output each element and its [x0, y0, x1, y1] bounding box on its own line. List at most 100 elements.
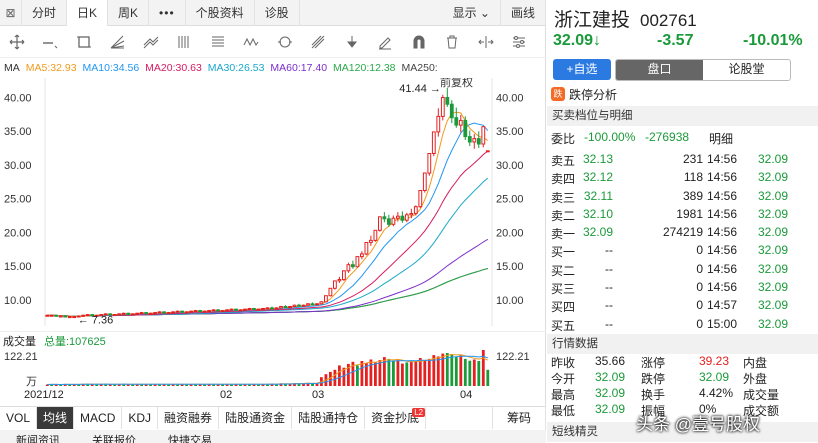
candle-body	[467, 136, 472, 143]
tick-detail: 14:56 32.09 14:56 32.09 14:56 32.09 14:56 32.09…	[707, 150, 818, 333]
stat-label: 今开	[551, 372, 576, 386]
candle-body	[413, 206, 418, 214]
candle-body	[153, 312, 157, 315]
display-label: 显示	[452, 5, 477, 20]
tab-pankou[interactable]: 盘口	[616, 60, 703, 80]
tab-weekly-k[interactable]: 周K	[108, 0, 150, 26]
order-volume: 0	[696, 261, 703, 276]
fan-lines-icon[interactable]	[101, 26, 135, 58]
volume-max-right: 122.21	[496, 351, 530, 363]
limit-down-analysis[interactable]: 跌 跌停分析	[551, 84, 817, 104]
draw-line-button[interactable]: 画线	[501, 0, 546, 26]
magnet-icon[interactable]	[402, 26, 436, 58]
display-menu[interactable]: 显示 ⌄	[443, 0, 501, 26]
ind-tab-chips[interactable]: 筹码	[491, 406, 546, 429]
order-book-row[interactable]: 卖五 32.13 231	[547, 150, 705, 168]
order-book-row[interactable]: 卖四 32.12 118	[547, 168, 705, 186]
candle-body	[310, 303, 315, 306]
order-book-row[interactable]: 卖一 32.09 274219	[547, 223, 705, 241]
bottom-tab-related[interactable]: 关联报价	[76, 430, 152, 443]
stat-value: 32.09	[699, 370, 730, 384]
candle-body	[121, 312, 126, 315]
order-ratio-value: -100.00%	[584, 130, 636, 144]
candlestick-chart[interactable]: 40.00 40.00 35.00 35.00 30.00 30.00 25.00 25.00…	[0, 78, 546, 326]
expand-width-icon[interactable]	[469, 26, 503, 58]
stat-label: 最高	[551, 388, 576, 402]
candle-body	[144, 312, 148, 315]
order-ratio-label: 委比	[551, 132, 576, 146]
line-segment-icon[interactable]	[34, 26, 68, 58]
order-price: 32.10	[582, 206, 613, 221]
ind-tab-macd[interactable]: MACD	[74, 406, 123, 429]
action-row: +自选 盘口 论股堂	[553, 59, 791, 81]
close-tab-button[interactable]: ⊠	[0, 0, 22, 26]
order-book-row[interactable]: 买五 -- 0	[547, 315, 705, 333]
tab-forum[interactable]: 论股堂	[703, 60, 790, 80]
watermark: 头条 @壹号股权	[636, 415, 760, 434]
stock-code: 002761	[640, 11, 697, 30]
ma60-line	[47, 238, 489, 317]
order-volume: 0	[696, 316, 703, 331]
ind-tab-margin[interactable]: 融资融券	[158, 406, 220, 429]
ind-tab-ma[interactable]: 均线	[37, 406, 75, 429]
candle-body	[157, 311, 162, 314]
order-level-label: 卖五	[551, 154, 576, 168]
order-book-row[interactable]: 买一 -- 0	[547, 241, 705, 259]
order-book-row[interactable]: 买四 -- 0	[547, 296, 705, 314]
candle-body	[198, 310, 202, 313]
rectangle-select-icon[interactable]	[67, 26, 101, 58]
ind-tab-connect-holding[interactable]: 陆股通持仓	[292, 406, 366, 429]
volume-bar	[436, 356, 440, 386]
down-arrow-icon: ↓	[593, 32, 602, 49]
tab-daily-k[interactable]: 日K	[67, 0, 109, 26]
order-book-row[interactable]: 卖二 32.10 1981	[547, 205, 705, 223]
horizontal-lines-icon[interactable]	[201, 26, 235, 58]
tab-stock-profile[interactable]: 个股资料	[186, 0, 255, 26]
add-watchlist-button[interactable]: +自选	[553, 59, 611, 80]
candle-body	[162, 311, 166, 314]
ind-tab-vol[interactable]: VOL	[0, 406, 38, 429]
candle-body	[243, 308, 247, 311]
tab-more[interactable]: •••	[149, 0, 186, 26]
y-axis-right-label: 35.00	[496, 126, 524, 138]
ind-tab-connect-flow[interactable]: 陆股通资金	[219, 406, 293, 429]
cycle-icon[interactable]	[268, 26, 302, 58]
order-ratio-diff: -276938	[645, 130, 690, 144]
trash-icon[interactable]	[436, 26, 470, 58]
candle-body	[117, 313, 122, 316]
candle-body	[274, 307, 279, 310]
order-book-row[interactable]: 卖三 32.11 389	[547, 187, 705, 205]
candle-body	[449, 103, 454, 119]
order-volume: 274219	[662, 225, 703, 240]
volume-chart[interactable]: 122.21 万 122.21	[0, 348, 546, 388]
candle-body	[261, 308, 265, 310]
bottom-tab-quick-trade[interactable]: 快捷交易	[152, 430, 228, 443]
order-book-row[interactable]: 买二 -- 0	[547, 260, 705, 278]
y-axis-left-label: 35.00	[4, 126, 32, 138]
bottom-tab-news[interactable]: 新闻资讯	[0, 430, 76, 443]
volume-bar	[383, 357, 386, 386]
candle-body	[396, 215, 400, 219]
volume-max-left: 122.21	[4, 351, 38, 363]
order-book-row[interactable]: 买三 -- 0	[547, 278, 705, 296]
stat-row: 今开 32.09 跌停 32.09 外盘	[551, 370, 818, 386]
order-volume: 0	[696, 298, 703, 313]
candle-body	[216, 309, 220, 312]
ind-tab-kdj[interactable]: KDJ	[122, 406, 159, 429]
tick-price: 32.09	[757, 152, 788, 166]
tab-intraday[interactable]: 分时	[22, 0, 68, 26]
volume-bar	[329, 371, 332, 386]
candle-body	[436, 115, 441, 133]
tab-diagnosis[interactable]: 诊股	[255, 0, 300, 26]
arrow-down-icon[interactable]	[335, 26, 369, 58]
wave-icon[interactable]	[235, 26, 269, 58]
fibonacci-icon[interactable]	[302, 26, 336, 58]
order-volume: 389	[682, 188, 703, 203]
settings-icon[interactable]	[503, 26, 537, 58]
ind-tab-bottom-fishing[interactable]: 资金抄底 L2	[365, 406, 427, 429]
date-tick: 2021/12	[24, 389, 64, 401]
grid-lines-icon[interactable]	[168, 26, 202, 58]
channel-icon[interactable]	[134, 26, 168, 58]
crosshair-icon[interactable]	[0, 26, 34, 58]
pen-icon[interactable]	[369, 26, 403, 58]
